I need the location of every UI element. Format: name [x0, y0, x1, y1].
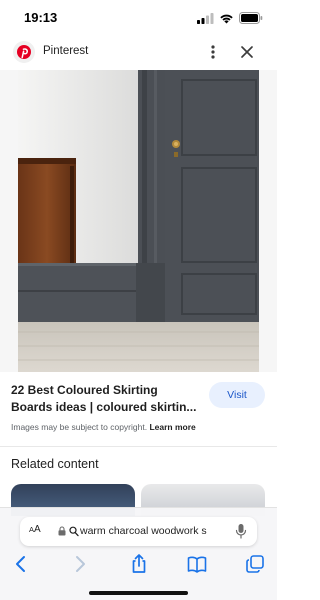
browser-toolbar: AA warm charcoal woodwork s	[0, 507, 277, 600]
result-title-line1: 22 Best Coloured Skirting	[11, 383, 158, 397]
more-vert-icon	[211, 45, 215, 59]
forward-icon	[76, 556, 85, 572]
address-bar[interactable]: AA warm charcoal woodwork s	[20, 517, 257, 546]
home-indicator	[89, 591, 188, 595]
source-name[interactable]: Pinterest	[43, 45, 88, 57]
share-icon	[132, 554, 146, 573]
more-options-button[interactable]	[205, 42, 221, 62]
wifi-icon	[220, 14, 233, 23]
status-icons	[197, 12, 263, 24]
result-photo	[0, 70, 277, 372]
status-bar: 19:13	[0, 0, 277, 34]
pinterest-logo	[13, 41, 35, 63]
forward-button[interactable]	[69, 553, 91, 575]
back-icon	[16, 556, 25, 572]
url-field[interactable]: warm charcoal woodwork s	[80, 525, 228, 537]
result-title-line2: Boards ideas | coloured skirtin...	[11, 400, 197, 414]
microphone-button[interactable]	[234, 523, 248, 540]
battery-icon	[239, 12, 263, 24]
close-button[interactable]	[238, 43, 256, 61]
search-icon	[69, 526, 79, 537]
source-header: Pinterest	[0, 34, 277, 70]
share-button[interactable]	[128, 553, 150, 575]
learn-more-link[interactable]: Learn more	[149, 422, 195, 432]
text-size-button[interactable]: AA	[29, 524, 41, 535]
result-title[interactable]: 22 Best Coloured Skirting Boards ideas |…	[11, 382, 206, 416]
text-size-large-label: A	[34, 524, 41, 535]
related-content-heading: Related content	[11, 457, 99, 471]
tabs-icon	[246, 555, 264, 573]
back-button[interactable]	[10, 553, 32, 575]
section-divider	[0, 446, 277, 447]
lock-icon	[58, 526, 66, 536]
close-icon	[241, 46, 253, 58]
microphone-icon	[235, 524, 247, 539]
tabs-button[interactable]	[244, 553, 266, 575]
status-time: 19:13	[24, 10, 58, 25]
copyright-notice: Images may be subject to copyright. Lear…	[11, 422, 196, 432]
copyright-text: Images may be subject to copyright.	[11, 422, 148, 432]
visit-button[interactable]: Visit	[209, 382, 265, 408]
result-image[interactable]	[0, 70, 277, 372]
bookmarks-button[interactable]	[186, 553, 208, 575]
bookmarks-icon	[187, 556, 207, 573]
signal-icon	[197, 12, 214, 24]
